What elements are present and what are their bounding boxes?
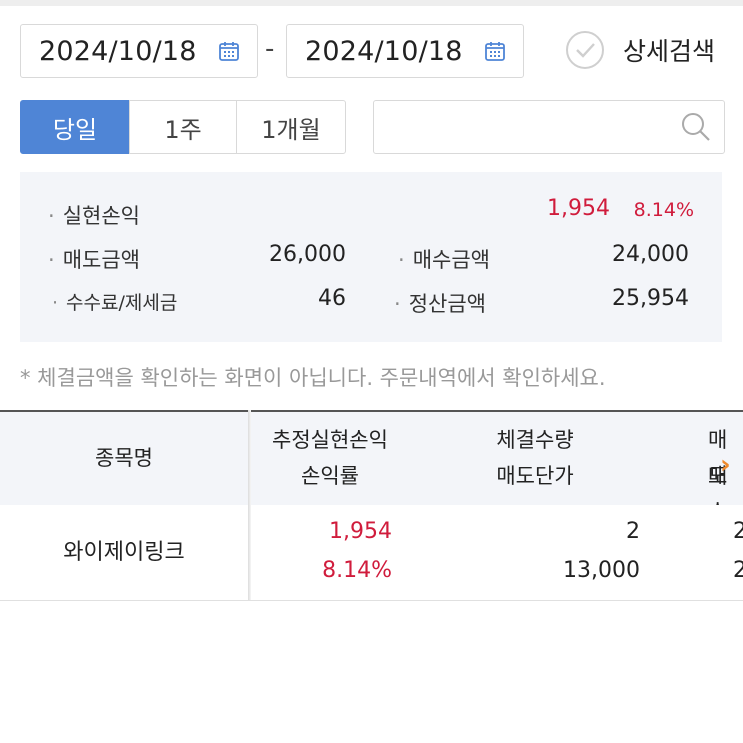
table-row[interactable]: 와이제이링크 1,954 8.14% 2 13,000 2 2 — [0, 505, 743, 601]
buy-amount-label: · 매수금액 — [398, 248, 490, 272]
row-pl-rate: 8.14% — [322, 558, 392, 583]
end-date-value: 2024/10/18 — [305, 35, 463, 67]
period-1month-button[interactable]: 1개월 — [236, 100, 346, 154]
settlement-label: · 정산금액 — [394, 292, 486, 316]
date-separator: - — [265, 34, 275, 64]
realized-pl-value: 1,954 — [547, 196, 610, 221]
start-date-field[interactable]: 2024/10/18 — [20, 24, 258, 78]
period-1week-button[interactable]: 1주 — [129, 100, 237, 154]
search-input[interactable] — [386, 101, 676, 151]
end-date-field[interactable]: 2024/10/18 — [286, 24, 524, 78]
header-name: 종목명 — [95, 446, 153, 470]
period-today-button[interactable]: 당일 — [20, 100, 130, 154]
sell-amount-value: 26,000 — [269, 242, 346, 267]
table-header: 종목명 추정실현손익 손익률 체결수량 매도단가 매도 매수 › — [0, 410, 743, 524]
row-col4-top: 2 — [733, 519, 743, 544]
row-col4-bottom: 2 — [733, 558, 743, 583]
row-stock-name: 와이제이링크 — [63, 540, 185, 565]
buy-amount-value: 24,000 — [612, 242, 689, 267]
start-date-value: 2024/10/18 — [39, 35, 197, 67]
row-sell-price: 13,000 — [563, 558, 640, 583]
notice-text: * 체결금액을 확인하는 화면이 아닙니다. 주문내역에서 확인하세요. — [20, 366, 606, 390]
header-sell-price: 매도단가 — [496, 464, 574, 488]
period-selector: 당일 1주 1개월 — [20, 100, 346, 154]
calendar-icon[interactable] — [483, 39, 507, 63]
realized-pl-label: · 실현손익 — [48, 204, 140, 228]
row-exec-qty: 2 — [626, 519, 640, 544]
advanced-search-label: 상세검색 — [623, 37, 716, 66]
search-icon[interactable] — [680, 111, 712, 143]
column-divider — [248, 410, 251, 600]
advanced-search-toggle[interactable]: 상세검색 — [565, 30, 715, 70]
fee-tax-value: 46 — [318, 286, 346, 311]
header-est-pl: 추정실현손익 — [272, 428, 388, 452]
calendar-icon[interactable] — [217, 39, 241, 63]
fee-tax-label: · 수수료/제세금 — [52, 292, 178, 314]
settlement-value: 25,954 — [612, 286, 689, 311]
chevron-right-icon[interactable]: › — [720, 450, 731, 480]
header-exec-qty: 체결수량 — [496, 428, 574, 452]
row-est-pl: 1,954 — [329, 519, 392, 544]
header-pl-rate: 손익률 — [301, 464, 359, 488]
summary-panel: · 실현손익 1,954 8.14% · 매도금액 26,000 · 매수금액 24,… — [20, 172, 722, 342]
realized-pl-rate: 8.14% — [633, 199, 694, 221]
sell-amount-label: · 매도금액 — [48, 248, 140, 272]
search-box[interactable] — [373, 100, 725, 154]
top-strip — [0, 0, 743, 6]
check-circle-icon[interactable] — [565, 30, 605, 70]
